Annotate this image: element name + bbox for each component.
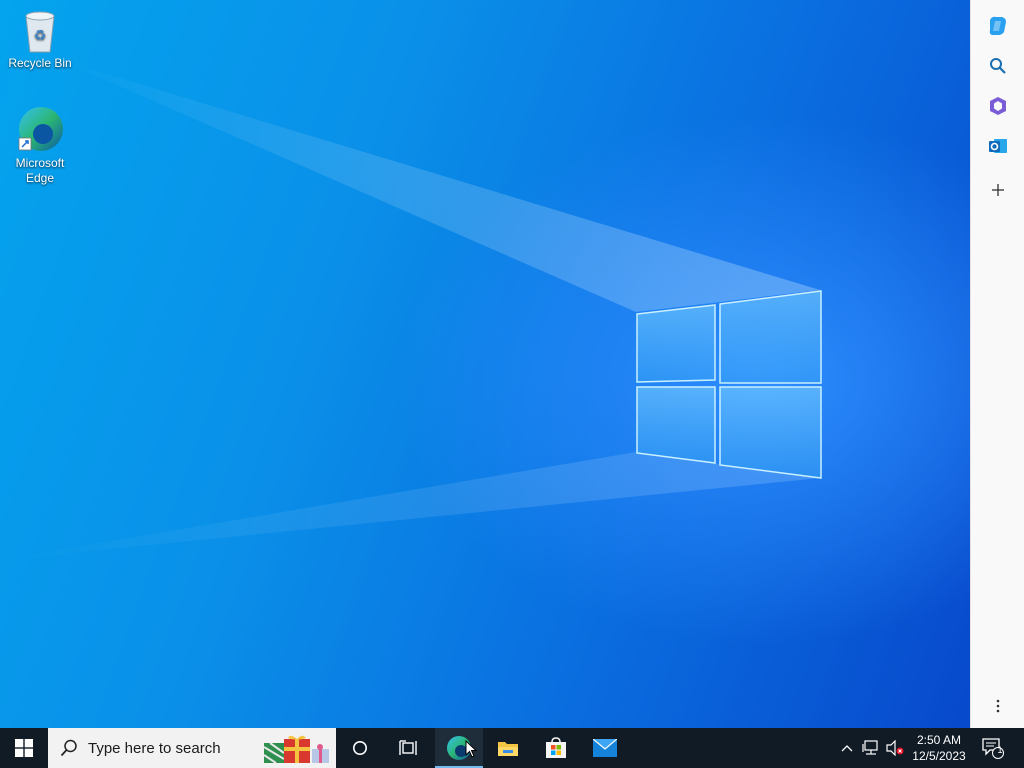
- network-button[interactable]: [860, 728, 882, 768]
- notification-count-badge: 1: [997, 745, 1003, 755]
- desktop-icon-microsoft-edge[interactable]: Microsoft Edge: [5, 104, 75, 186]
- store-icon: [546, 737, 566, 758]
- windows-start-icon: [15, 739, 33, 757]
- microsoft-store-button[interactable]: [532, 728, 580, 768]
- mail-icon: [593, 739, 617, 757]
- mouse-cursor-icon: [465, 740, 477, 758]
- clock-button[interactable]: 2:50 AM 12/5/2023: [908, 728, 970, 768]
- more-icon: [996, 699, 1000, 713]
- copilot-icon: [989, 16, 1006, 35]
- taskbar: Type here to search 2:50 AM 12/5/2023 1: [0, 728, 1024, 768]
- search-placeholder: Type here to search: [88, 740, 221, 757]
- office-button[interactable]: [984, 92, 1012, 120]
- task-view-icon: [399, 740, 417, 755]
- cortana-icon: [353, 741, 367, 755]
- edge-sidebar: [970, 0, 1024, 728]
- cortana-button[interactable]: [336, 728, 384, 768]
- clock-date: 12/5/2023: [912, 749, 966, 763]
- recycle-bin-icon: ♻: [25, 11, 55, 53]
- file-explorer-button[interactable]: [484, 728, 532, 768]
- taskbar-search-box[interactable]: Type here to search: [48, 728, 336, 768]
- outlook-icon: [989, 139, 1007, 153]
- svg-text:♻: ♻: [34, 28, 47, 44]
- volume-muted-icon: [886, 740, 904, 756]
- action-center-button[interactable]: 1: [976, 728, 1010, 768]
- sidebar-search-button[interactable]: [984, 52, 1012, 80]
- clock-time: 2:50 AM: [916, 733, 962, 747]
- volume-button[interactable]: [884, 728, 906, 768]
- network-icon: [862, 740, 878, 755]
- desktop-icon-label: Recycle Bin: [8, 56, 72, 70]
- show-hidden-icons-button[interactable]: [838, 728, 856, 768]
- desktop-icon-recycle-bin[interactable]: ♻ Recycle Bin: [5, 8, 75, 71]
- plus-icon: [992, 184, 1004, 196]
- add-sidebar-app-button[interactable]: [984, 176, 1012, 204]
- desktop-icon-label: Microsoft Edge: [15, 156, 65, 185]
- mail-button[interactable]: [581, 728, 629, 768]
- chevron-up-icon: [841, 745, 853, 752]
- edge-icon: [18, 107, 63, 151]
- copilot-button[interactable]: [984, 12, 1012, 40]
- taskbar-edge-button[interactable]: [435, 728, 483, 768]
- windows-logo-wallpaper: [0, 60, 822, 560]
- task-view-button[interactable]: [384, 728, 432, 768]
- desktop-background: ♻ Recycle Bin Microsoft Edge: [0, 0, 970, 728]
- search-icon: [990, 58, 1006, 74]
- outlook-button[interactable]: [984, 132, 1012, 160]
- start-button[interactable]: [0, 728, 48, 768]
- sidebar-more-button[interactable]: [984, 692, 1012, 720]
- search-icon: [60, 739, 77, 757]
- gift-boxes-icon[interactable]: [262, 733, 332, 765]
- office-icon: [990, 97, 1006, 115]
- file-explorer-icon: [498, 742, 518, 756]
